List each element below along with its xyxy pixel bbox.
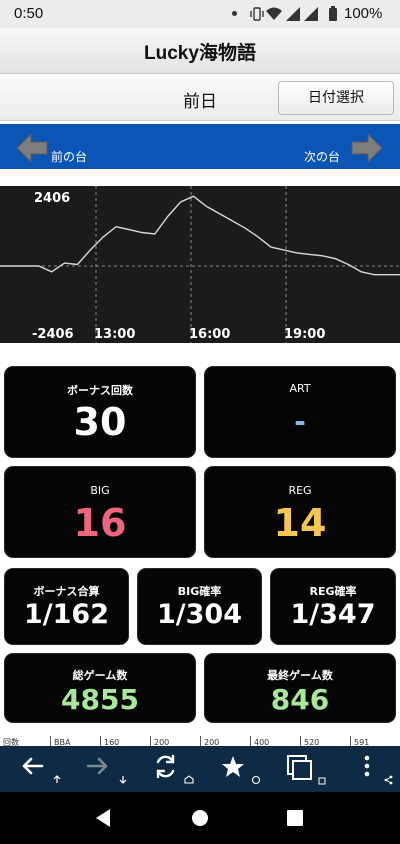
menu-button[interactable]: [334, 746, 400, 792]
alarm-icon: [251, 775, 261, 785]
battery-icon: [329, 6, 337, 21]
date-select-button[interactable]: 日付選択: [278, 81, 394, 115]
reg-rate-card: REG確率 1/347: [270, 568, 396, 645]
y-tick-label-max: 2406: [34, 191, 70, 206]
tabs-icon: [287, 755, 326, 785]
day-label: 前日: [183, 92, 217, 112]
big-value: 16: [73, 501, 127, 545]
bonus-count-label: ボーナス回数: [67, 384, 133, 397]
back-button[interactable]: [0, 746, 66, 792]
bookmark-button[interactable]: [198, 746, 264, 792]
system-back-icon[interactable]: [88, 803, 118, 833]
big-rate-value: 1/304: [156, 599, 242, 630]
stats-grid: ボーナス回数 30 ART - BIG 16 REG 14 ボーナス合算 1/1…: [0, 362, 400, 742]
x-tick-label-1300: 13:00: [94, 327, 135, 342]
bonus-total-value: 1/162: [23, 599, 109, 630]
left-arrow-icon: [16, 132, 48, 164]
next-machine-label: 次の台: [304, 150, 341, 164]
big-rate-label: BIG確率: [177, 585, 222, 598]
art-label: ART: [289, 382, 311, 395]
wifi-icon: [266, 7, 282, 20]
system-home-icon[interactable]: [185, 803, 215, 833]
notification-dot-icon: [232, 11, 237, 16]
home-icon: [184, 775, 194, 784]
browser-toolbar: [0, 746, 400, 792]
reg-value: 14: [273, 501, 327, 545]
big-card: BIG 16: [4, 466, 196, 558]
vibrate-icon: [250, 7, 264, 21]
art-value: -: [294, 405, 306, 438]
last-games-card: 最終ゲーム数 846: [204, 653, 396, 723]
x-grid-lines: [95, 186, 287, 343]
table-cell: 591: [350, 736, 400, 746]
status-time: 0:50: [14, 5, 44, 22]
system-recents-icon[interactable]: [280, 803, 310, 833]
big-rate-card: BIG確率 1/304: [137, 568, 262, 645]
battery-percent: 100%: [344, 5, 383, 22]
table-cell: 520: [300, 736, 350, 746]
more-vert-icon: [364, 755, 393, 785]
history-table-strip: 回数 BBA 160 200 200 400 520 591: [0, 736, 400, 746]
table-cell: 160: [100, 736, 150, 746]
bonus-count-value: 30: [73, 400, 127, 444]
share-icon: [384, 775, 393, 785]
series-line: [0, 195, 400, 276]
slump-chart: 2406 -2406 13:00 16:00 19:00: [0, 186, 400, 343]
reg-rate-label: REG確率: [309, 585, 357, 598]
machine-nav-bar: 前の台 次の台: [0, 124, 400, 169]
big-label: BIG: [90, 484, 110, 497]
status-bar: 0:50 100%: [0, 0, 400, 28]
signal-icon: [286, 7, 300, 21]
forward-arrow-icon: [86, 757, 127, 784]
prev-machine-button[interactable]: 前の台: [15, 130, 105, 166]
forward-button[interactable]: [66, 746, 132, 792]
page-title: Lucky海物語: [144, 43, 256, 64]
reg-card: REG 14: [204, 466, 396, 558]
table-cell: BBA: [50, 736, 100, 746]
table-cell: 400: [250, 736, 300, 746]
total-games-label: 総ゲーム数: [72, 669, 128, 682]
title-bar: Lucky海物語: [0, 28, 400, 74]
prev-machine-label: 前の台: [51, 150, 88, 164]
slump-graph: 2406 -2406 13:00 16:00 19:00: [0, 186, 400, 343]
table-cell: 200: [200, 736, 250, 746]
reg-label: REG: [288, 484, 312, 497]
last-games-label: 最終ゲーム数: [267, 669, 333, 682]
back-arrow-icon: [22, 757, 61, 783]
table-cell: 回数: [3, 738, 19, 746]
bonus-total-card: ボーナス合算 1/162: [4, 568, 129, 645]
tabs-button[interactable]: [264, 746, 330, 792]
bonus-total-label: ボーナス合算: [33, 585, 100, 598]
star-icon: [222, 756, 261, 785]
right-arrow-icon: [351, 132, 383, 164]
last-games-value: 846: [270, 683, 330, 716]
total-games-value: 4855: [61, 683, 139, 716]
reg-rate-value: 1/347: [290, 599, 376, 630]
total-games-card: 総ゲーム数 4855: [4, 653, 196, 723]
y-tick-label-min: -2406: [32, 327, 74, 342]
x-tick-label-1600: 16:00: [189, 327, 230, 342]
table-cell: 200: [150, 736, 200, 746]
reload-icon: [156, 754, 194, 784]
signal-icon-2: [304, 7, 318, 21]
next-machine-button[interactable]: 次の台: [300, 130, 390, 166]
reload-button[interactable]: [132, 746, 198, 792]
x-tick-label-1900: 19:00: [284, 327, 325, 342]
day-bar: 前日 日付選択: [0, 75, 400, 121]
status-icons: [250, 6, 337, 21]
art-card: ART -: [204, 366, 396, 458]
bonus-count-card: ボーナス回数 30: [4, 366, 196, 458]
system-nav-bar: [0, 792, 400, 844]
